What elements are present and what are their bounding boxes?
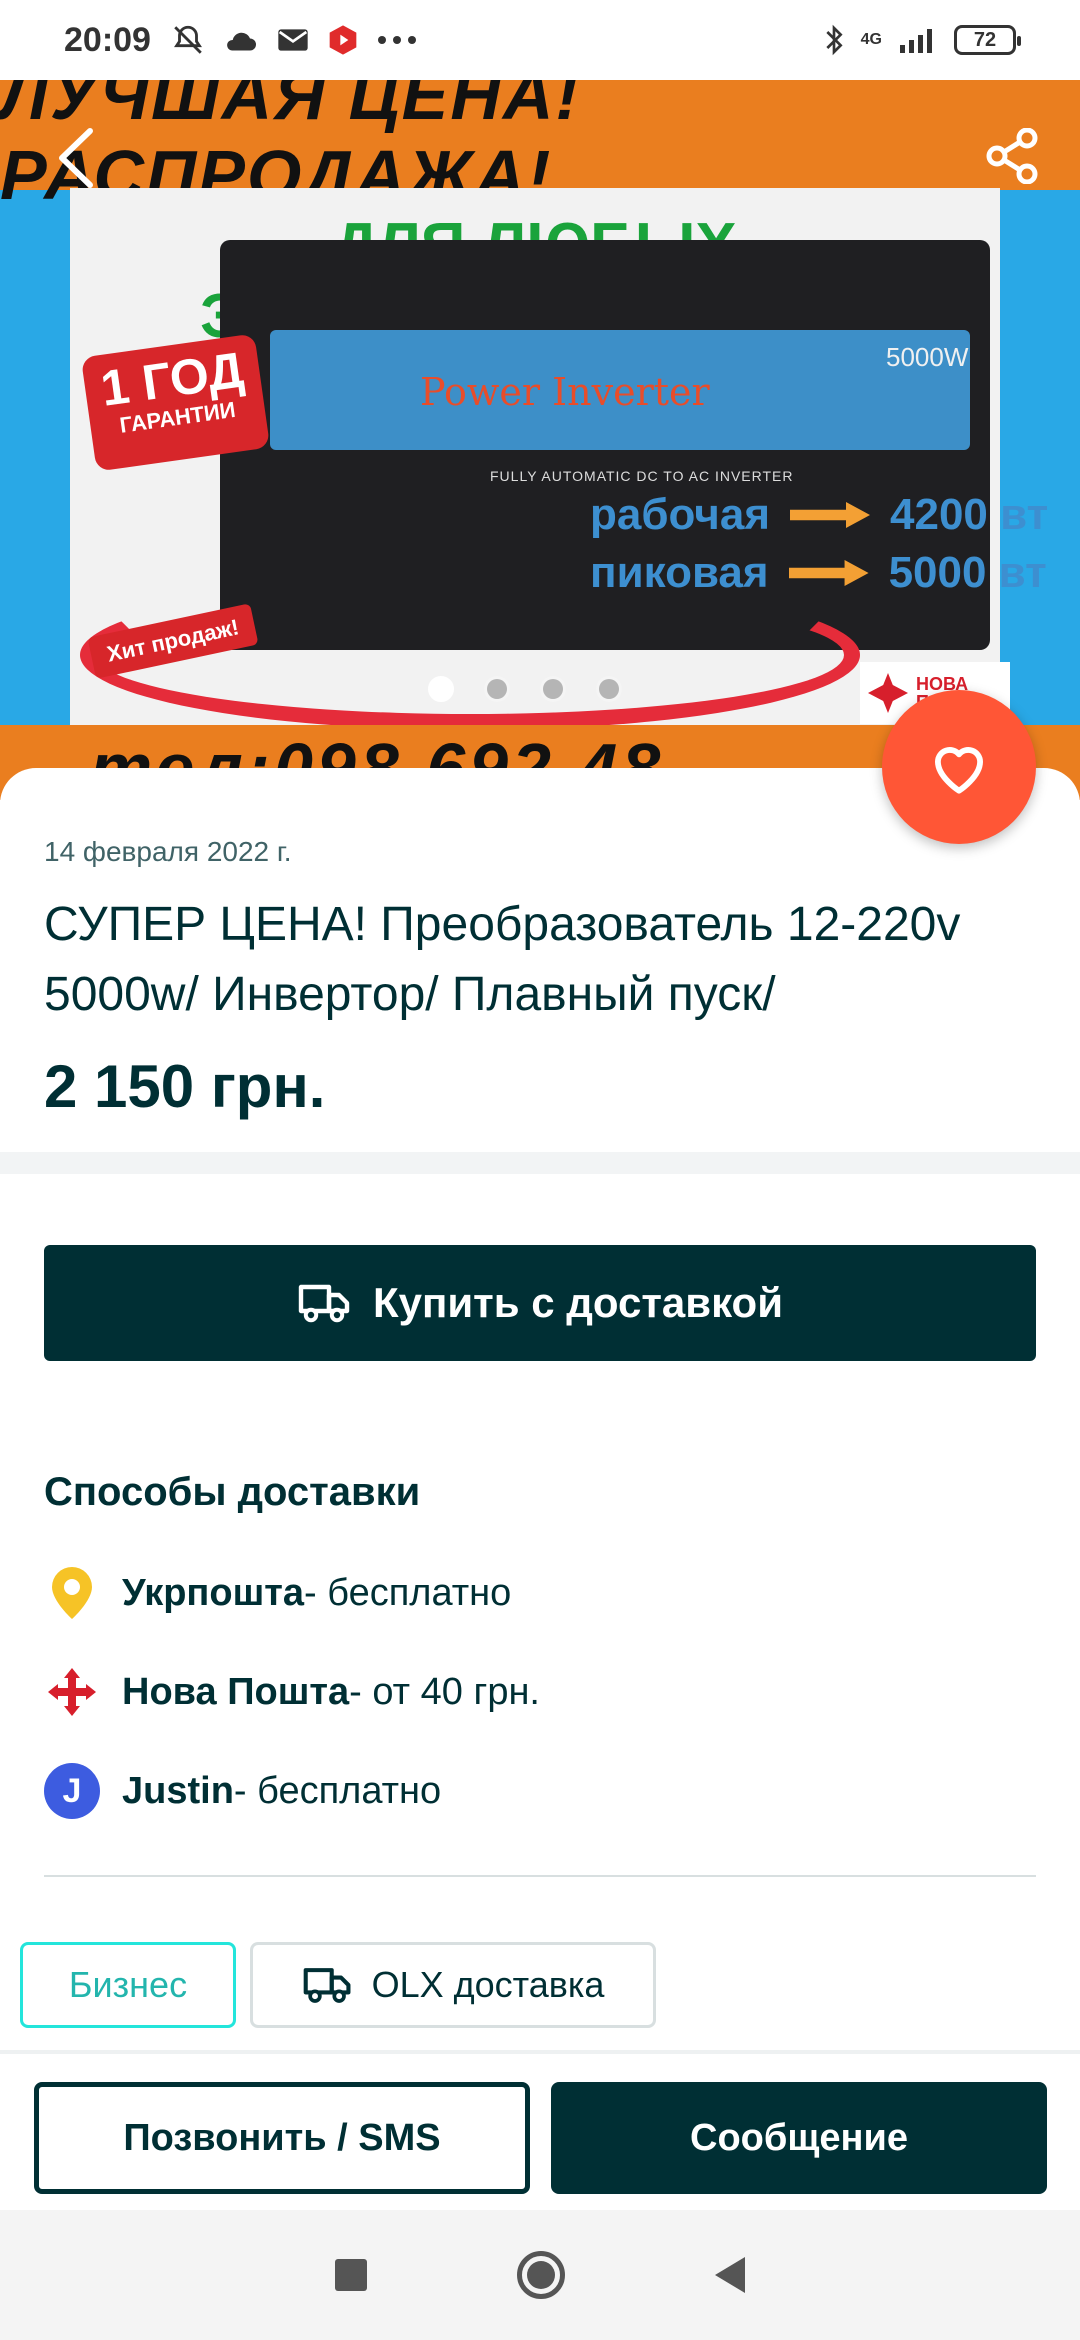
status-bar: 20:09 4G 72 (0, 0, 1080, 80)
delivery-detail: - от 40 грн. (349, 1670, 540, 1713)
nova-poshta-icon (44, 1664, 100, 1720)
more-dots-icon (377, 36, 416, 44)
heart-icon (935, 747, 983, 794)
status-time: 20:09 (64, 20, 151, 59)
olx-delivery-tag[interactable]: OLX доставка (250, 1942, 656, 2028)
truck-icon (303, 1968, 351, 2003)
call-sms-button[interactable]: Позвонить / SMS (34, 2082, 530, 2194)
gallery-dot-4[interactable] (596, 676, 622, 702)
battery-indicator: 72 (954, 25, 1021, 55)
bell-off-icon (173, 25, 202, 54)
nova-poshta-icon (868, 673, 908, 713)
truck-icon (298, 1284, 350, 1323)
system-navigation-bar (0, 2210, 1080, 2340)
delivery-name: Justin (122, 1769, 234, 1812)
gallery-dot-1[interactable] (428, 676, 454, 702)
listing-date: 14 февраля 2022 г. (44, 836, 292, 867)
inverter-brand: Power Inverter (420, 370, 710, 414)
delivery-name: Укрпошта (122, 1571, 305, 1614)
divider (44, 1875, 1036, 1877)
back-triangle-icon[interactable] (715, 2257, 745, 2293)
system-indicators: 4G 72 (823, 24, 1021, 56)
listing-price: 2 150 грн. (44, 1053, 326, 1120)
buy-with-delivery-button[interactable]: Купить с доставкой (44, 1245, 1036, 1361)
delivery-method-justin: J Justin - бесплатно (44, 1763, 441, 1819)
network-type: 4G (860, 31, 882, 48)
delivery-method-nova-poshta: Нова Пошта - от 40 грн. (44, 1664, 540, 1720)
bluetooth-icon (826, 24, 843, 56)
warranty-badge: 1 ГОД ГАРАНТИИ (80, 333, 271, 472)
cloud-icon (227, 32, 256, 51)
notification-icons (171, 23, 417, 57)
home-icon[interactable] (517, 2251, 565, 2299)
gallery-pagination (428, 676, 622, 702)
spec-work-label: рабочая (590, 490, 770, 539)
favorite-button[interactable] (882, 690, 1036, 844)
delivery-method-ukrposhta: Укрпошта - бесплатно (44, 1565, 511, 1621)
back-arrow-icon[interactable] (52, 125, 102, 191)
delivery-detail: - бесплатно (233, 1769, 442, 1812)
gallery-dot-3[interactable] (540, 676, 566, 702)
spec-peak-value: 5000 вт (888, 548, 1047, 597)
signal-icon (900, 29, 932, 53)
gallery-dot-2[interactable] (484, 676, 510, 702)
arrow-right-icon (790, 502, 870, 528)
message-button[interactable]: Сообщение (551, 2082, 1047, 2194)
delivery-detail: - бесплатно (304, 1571, 512, 1614)
delivery-name: Нова Пошта (122, 1670, 350, 1713)
spec-work-value: 4200 вт (890, 490, 1049, 539)
recent-apps-icon[interactable] (335, 2259, 367, 2291)
ukrposhta-pin-icon (44, 1565, 100, 1621)
listing-title: СУПЕР ЦЕНА! Преобразователь 12-220v 5000… (44, 898, 961, 1021)
media-app-icon (329, 25, 357, 55)
inverter-watt: 5000W (886, 342, 969, 372)
buy-button-label: Купить с доставкой (372, 1279, 784, 1326)
mail-icon (278, 29, 308, 51)
arrow-right-icon (788, 560, 869, 586)
justin-badge: J (44, 1763, 100, 1819)
olx-delivery-label: OLX доставка (371, 1964, 605, 2005)
battery-level: 72 (973, 28, 997, 51)
spec-working-power: рабочая 4200 вт (590, 490, 1048, 540)
inverter-caption: FULLY AUTOMATIC DC TO AC INVERTER (490, 468, 794, 484)
banner-top: ЛУЧШАЯ ЦЕНА! РАСПРОДАЖА! (0, 80, 1080, 214)
share-icon[interactable] (985, 128, 1041, 184)
business-tag[interactable]: Бизнес (20, 1942, 236, 2028)
section-divider (0, 1152, 1080, 1174)
delivery-methods-title: Способы доставки (44, 1470, 421, 1514)
justin-icon: J (44, 1763, 100, 1819)
